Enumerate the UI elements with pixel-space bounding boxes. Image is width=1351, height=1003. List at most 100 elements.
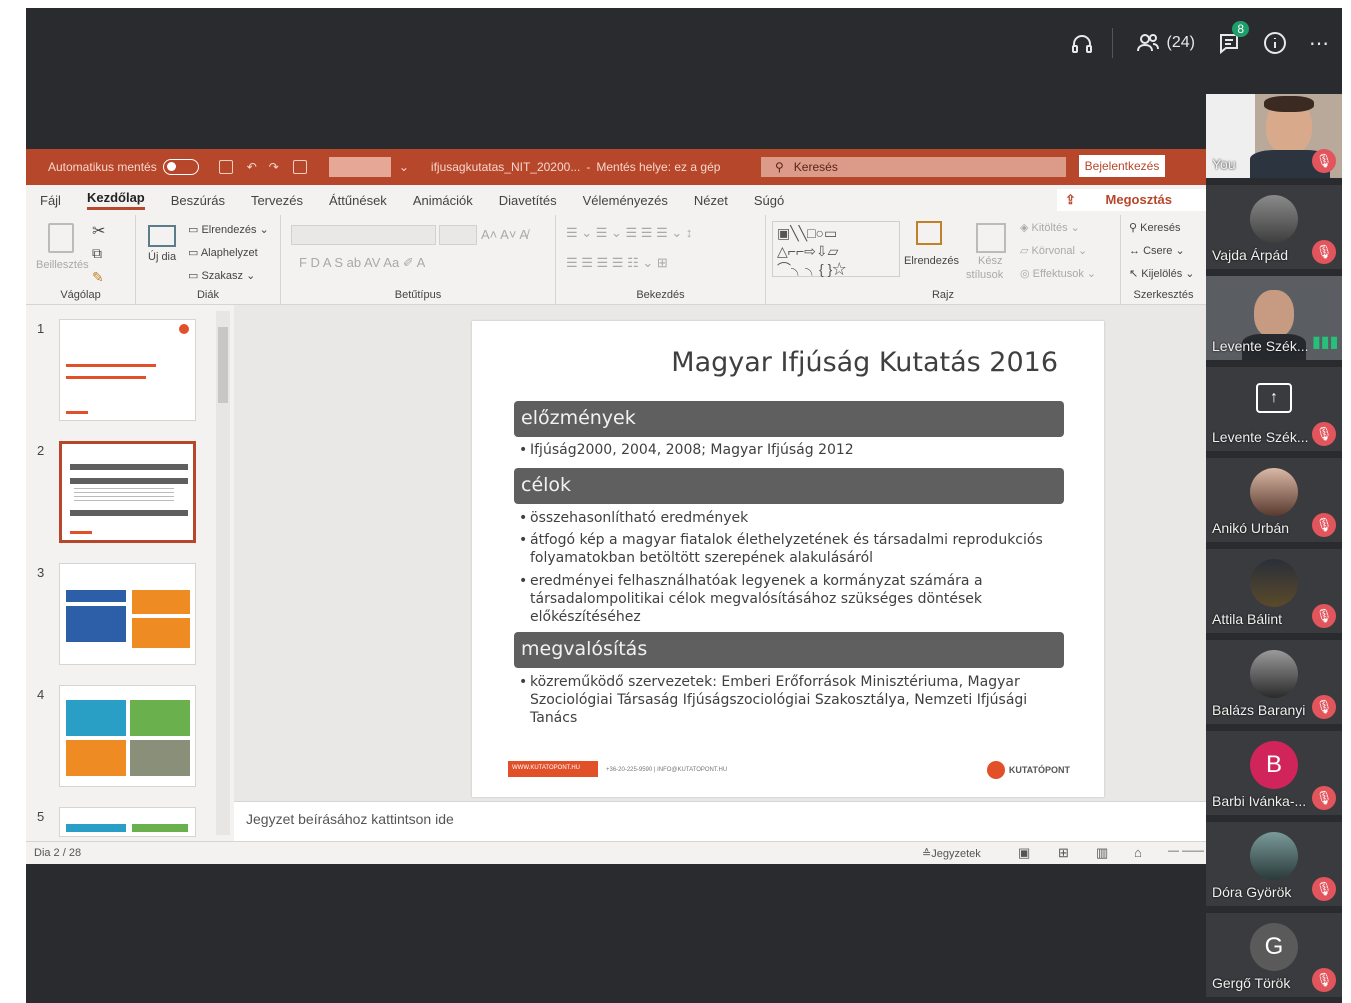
fill-button[interactable]: ◈ Kitöltés ⌄ <box>1020 221 1080 234</box>
save-location[interactable]: Mentés helye: ez a gép <box>596 160 720 174</box>
participant-tile[interactable]: Vajda Árpád 🎙︎ <box>1206 185 1342 269</box>
new-slide-label[interactable]: Új dia <box>148 251 176 263</box>
signin-button[interactable]: Bejelentkezés <box>1079 155 1165 177</box>
participant-name: Levente Szék... <box>1212 429 1309 445</box>
undo-icon[interactable]: ↶ <box>247 160 257 174</box>
reading-view-icon[interactable]: ▥ <box>1096 845 1108 861</box>
list-buttons[interactable]: ☰ ⌄ ☰ ⌄ ☰ ☰ ☰ ⌄ ↕ <box>566 225 692 241</box>
quick-access-dropdown[interactable] <box>328 157 391 177</box>
font-group: A˄ A˅ A̸ F D A S ab AV Aa ✐ A Betűtípus <box>281 215 556 305</box>
layout-button[interactable]: ▭ Elrendezés ⌄ <box>188 223 269 236</box>
present-icon[interactable] <box>292 160 307 174</box>
slides-group-label: Diák <box>196 289 219 301</box>
tab-view[interactable]: Nézet <box>694 193 728 208</box>
zoom-slider[interactable]: — —— <box>1168 845 1204 857</box>
outline-button[interactable]: ▱ Körvonal ⌄ <box>1020 244 1087 257</box>
slide-thumbnail-1[interactable] <box>59 319 196 421</box>
select-button[interactable]: ↖ Kijelölés ⌄ <box>1129 267 1195 280</box>
participant-tile[interactable]: B Barbi Ivánka-... 🎙︎ <box>1206 731 1342 815</box>
cut-icon[interactable]: ✂ <box>92 221 105 241</box>
avatar: G <box>1250 923 1298 971</box>
font-format-buttons[interactable]: F D A S ab AV Aa ✐ A <box>299 255 425 271</box>
normal-view-icon[interactable]: ▣ <box>1018 845 1030 861</box>
reset-button[interactable]: ▭ Alaphelyzet <box>188 246 258 259</box>
redo-icon[interactable]: ↷ <box>269 160 279 174</box>
participant-tile[interactable]: Dóra Györök 🎙︎ <box>1206 822 1342 906</box>
participant-tile[interactable]: Balázs Baranyi 🎙︎ <box>1206 640 1342 724</box>
notes-pane[interactable]: Jegyzet beírásához kattintson ide <box>234 801 1206 841</box>
slide-thumbnail-2[interactable] <box>59 441 196 543</box>
bullet: eredményei felhasználhatóak legyenek a k… <box>519 572 1050 626</box>
chat-button[interactable]: 8 <box>1217 21 1249 55</box>
meeting-stage: (24) 8 ⋯ Automatikus mentés ↶ ↷ ⌄ ifjusa… <box>26 8 1342 1003</box>
autosave-toggle[interactable] <box>162 159 199 175</box>
slide-thumbnail-5[interactable] <box>59 807 196 837</box>
footer-contact: +36-20-225-9590 | INFO@KUTATOPONT.HU <box>606 767 728 773</box>
thumb-number: 1 <box>37 321 45 336</box>
quick-styles-label2[interactable]: stílusok <box>966 269 1003 281</box>
effects-button[interactable]: ◎ Effektusok ⌄ <box>1020 267 1096 280</box>
participants-count: (24) <box>1166 34 1195 51</box>
info-icon <box>1264 32 1286 54</box>
share-button[interactable]: ⇪ Megosztás <box>1057 189 1206 211</box>
thumb-number: 3 <box>37 565 45 580</box>
new-slide-icon[interactable] <box>148 225 176 247</box>
participant-tile[interactable]: ↑ Levente Szék... 🎙︎ <box>1206 367 1342 451</box>
search-box[interactable]: ⚲ Keresés <box>761 157 1066 177</box>
search-icon: ⚲ <box>775 160 784 174</box>
tab-animations[interactable]: Animációk <box>413 193 473 208</box>
participant-tile[interactable]: Levente Szék... ▮▮▮ <box>1206 276 1342 360</box>
quick-styles-label1[interactable]: Kész <box>978 255 1002 267</box>
participant-tile[interactable]: You 🎙︎ <box>1206 94 1342 178</box>
arrange-label[interactable]: Elrendezés <box>904 255 959 267</box>
participants-button[interactable]: (24) <box>1135 31 1195 55</box>
mic-muted-icon: 🎙︎ <box>1312 695 1336 719</box>
tab-insert[interactable]: Beszúrás <box>171 193 225 208</box>
headphones-button[interactable] <box>1070 31 1094 55</box>
copy-icon[interactable]: ⧉ <box>92 245 102 262</box>
slide-thumbnail-3[interactable] <box>59 563 196 665</box>
thumb-number: 2 <box>37 443 45 458</box>
meeting-toolbar: (24) 8 ⋯ <box>26 8 1342 78</box>
save-icon[interactable] <box>218 160 233 174</box>
paste-label[interactable]: Beillesztés <box>36 259 89 271</box>
quick-styles-icon[interactable] <box>976 223 1006 253</box>
font-size-buttons[interactable]: A˄ A˅ A̸ <box>481 227 528 242</box>
notes-toggle-button[interactable]: ≙Jegyzetek <box>922 847 981 860</box>
font-size-field[interactable] <box>439 225 477 245</box>
screen-share-icon: ↑ <box>1256 383 1292 413</box>
tab-file[interactable]: Fájl <box>40 193 61 208</box>
align-buttons[interactable]: ☰ ☰ ☰ ☰ ☷ ⌄ ⊞ <box>566 255 668 271</box>
find-button[interactable]: ⚲ Keresés <box>1129 221 1180 234</box>
tab-design[interactable]: Tervezés <box>251 193 303 208</box>
format-painter-icon[interactable]: ✎ <box>92 269 104 286</box>
info-button[interactable] <box>1263 31 1287 55</box>
slide-sorter-icon[interactable]: ⊞ <box>1058 845 1069 861</box>
slideshow-icon[interactable]: ⌂ <box>1134 845 1142 860</box>
section-heading: megvalósítás <box>514 632 1064 668</box>
scrollbar-thumb[interactable] <box>218 327 228 403</box>
paste-icon[interactable] <box>48 223 74 253</box>
font-name-field[interactable] <box>291 225 436 245</box>
tab-transitions[interactable]: Áttűnések <box>329 193 387 208</box>
replace-button[interactable]: ↔ Csere ⌄ <box>1129 244 1185 257</box>
tab-review[interactable]: Véleményezés <box>583 193 668 208</box>
current-slide[interactable]: Magyar Ifjúság Kutatás 2016 előzmények I… <box>472 321 1104 797</box>
more-button[interactable]: ⋯ <box>1309 31 1330 56</box>
arrange-icon[interactable] <box>916 221 942 245</box>
participant-tile[interactable]: G Gergő Török 🎙︎ <box>1206 913 1342 997</box>
thumbnail-scrollbar[interactable] <box>216 311 230 835</box>
slide-thumbnail-4[interactable] <box>59 685 196 787</box>
section-button[interactable]: ▭ Szakasz ⌄ <box>188 269 255 282</box>
tab-slideshow[interactable]: Diavetítés <box>499 193 557 208</box>
drawing-group-label: Rajz <box>931 289 954 301</box>
tab-help[interactable]: Súgó <box>754 193 784 208</box>
tab-home[interactable]: Kezdőlap <box>86 190 145 210</box>
shapes-gallery[interactable]: ▣╲╲□○▭ △⌐⌐⇨⇩▱ ⌒╮╮{ }☆ <box>772 221 900 277</box>
customize-qat-icon[interactable]: ⌄ <box>399 160 409 174</box>
participant-tile[interactable]: Anikó Urbán 🎙︎ <box>1206 458 1342 542</box>
participant-tile[interactable]: Attila Bálint 🎙︎ <box>1206 549 1342 633</box>
bullet: átfogó kép a magyar fiatalok élethelyzet… <box>519 531 1050 567</box>
people-icon <box>1136 34 1159 52</box>
mic-muted-icon: 🎙︎ <box>1312 877 1336 901</box>
